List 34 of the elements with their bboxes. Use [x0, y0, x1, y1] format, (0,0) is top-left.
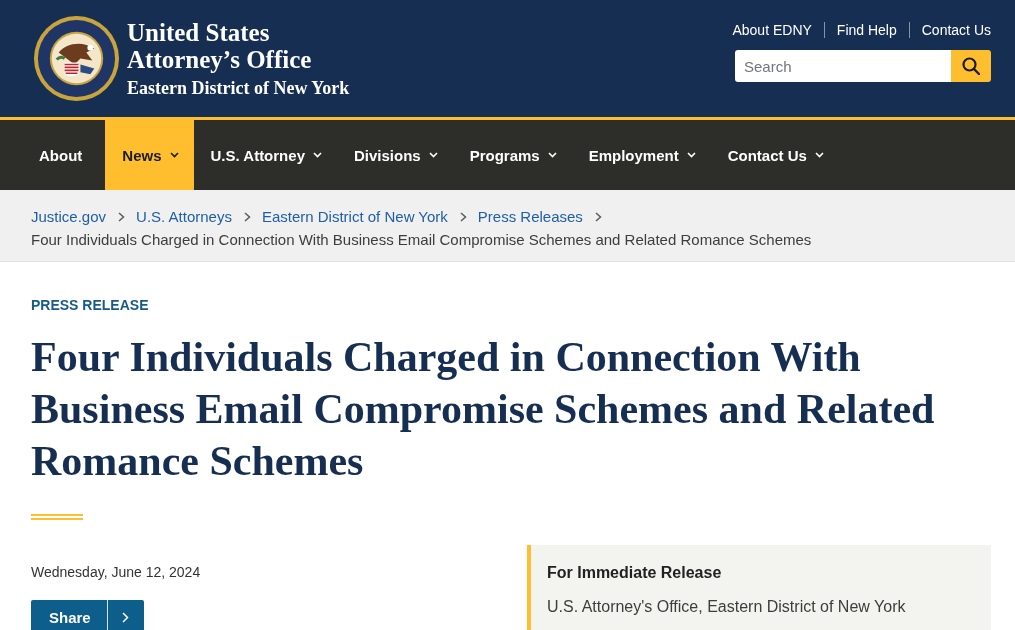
breadcrumb-link[interactable]: Eastern District of New York	[261, 208, 448, 225]
chevron-right-icon	[594, 212, 602, 222]
nav-tab[interactable]: Contact Us	[710, 120, 839, 190]
nav-tab[interactable]: News	[105, 120, 194, 190]
nav-tab[interactable]: About	[22, 120, 98, 190]
utility-link[interactable]: Find Help	[836, 20, 897, 40]
site-title: United States	[127, 18, 271, 46]
nav-tab[interactable]: Divisions	[336, 120, 453, 190]
chevron-right-icon	[459, 212, 467, 222]
breadcrumb-current: Four Individuals Charged in Connection With Business Email Compromise Schemes and Related Romance Schemes	[31, 230, 812, 250]
article-title: Four Individuals Charged in Connection With Business Email Compromise Schemes and Related Romance Schemes	[31, 333, 936, 486]
site-subtitle: Eastern District of New York	[127, 76, 350, 99]
nav-tab[interactable]: U.S. Attorney	[193, 120, 337, 190]
chevron-right-icon	[243, 212, 251, 222]
search-button[interactable]	[951, 50, 991, 82]
search-icon	[962, 57, 980, 75]
breadcrumb-link[interactable]: Justice.gov	[31, 208, 107, 225]
utility-link[interactable]: Contact Us	[921, 20, 991, 40]
search-field[interactable]: Search	[735, 50, 951, 82]
content-type-label: PRESS RELEASE	[31, 296, 149, 315]
breadcrumb-link[interactable]: U.S. Attorneys	[136, 208, 232, 225]
nav-tab[interactable]: Employment	[571, 120, 711, 190]
publish-date: Wednesday, June 12, 2024	[31, 563, 201, 582]
nav-tab[interactable]: Programs	[452, 120, 572, 190]
department-seal-icon	[33, 15, 120, 102]
breadcrumb-link[interactable]: Press Releases	[477, 208, 583, 225]
decorative-double-rule	[31, 514, 83, 520]
site-title: Attorney’s Office	[127, 45, 313, 73]
office-name: U.S. Attorney's Office, Eastern District of New York	[547, 597, 906, 617]
utility-link[interactable]: About EDNY	[732, 20, 812, 40]
release-heading: For Immediate Release	[547, 563, 722, 583]
chevron-right-icon	[121, 611, 129, 623]
share-button[interactable]: Share	[31, 600, 144, 630]
chevron-right-icon	[118, 212, 126, 222]
